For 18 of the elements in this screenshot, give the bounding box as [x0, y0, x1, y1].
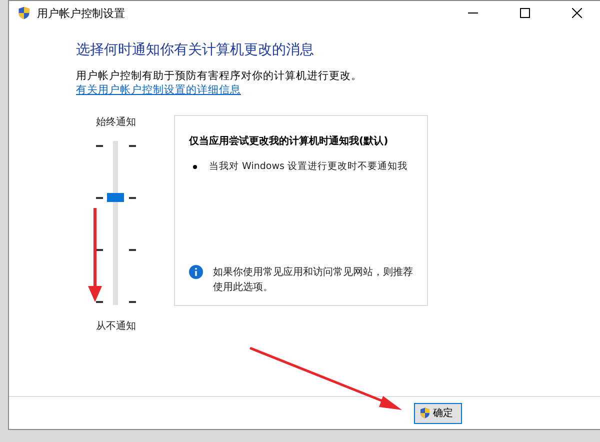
bullet-text: 当我对 Windows 设置进行更改时不要通知我: [209, 160, 408, 173]
slider-top-label: 始终通知: [96, 116, 136, 129]
notification-slider[interactable]: [96, 141, 136, 305]
details-link[interactable]: 有关用户帐户控制设置的详细信息: [76, 83, 241, 97]
maximize-icon: [520, 8, 530, 18]
bullet-icon: [193, 165, 197, 169]
shield-icon: [17, 6, 31, 20]
window-title: 用户帐户控制设置: [37, 6, 126, 20]
slider-bottom-label: 从不通知: [96, 320, 136, 333]
panel-title: 仅当应用尝试更改我的计算机时通知我(默认): [189, 134, 390, 148]
close-icon: [572, 8, 582, 18]
ok-button[interactable]: 确定: [414, 402, 462, 424]
slider-thumb[interactable]: [107, 192, 124, 202]
info-icon: [189, 265, 203, 279]
description-text: 用户帐户控制有助于预防有害程序对你的计算机进行更改。: [76, 69, 363, 83]
heading: 选择何时通知你有关计算机更改的消息: [76, 41, 315, 59]
shield-icon: [419, 407, 431, 419]
info-text: 如果你使用常见应用和访问常见网站，则推荐使用此选项。: [213, 266, 413, 295]
